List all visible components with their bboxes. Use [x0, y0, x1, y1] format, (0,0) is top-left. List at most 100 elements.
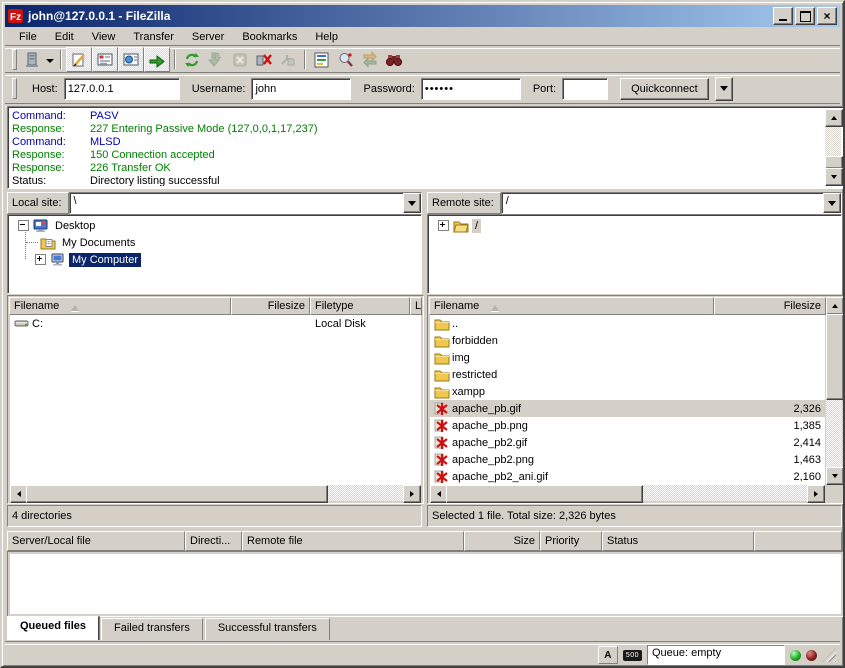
arrow-left-icon — [434, 491, 441, 497]
site-manager-dropdown-icon[interactable] — [46, 59, 54, 67]
tab-successful-transfers[interactable]: Successful transfers — [205, 618, 330, 640]
disconnect-button[interactable] — [252, 48, 276, 71]
file-name: forbidden — [452, 335, 498, 347]
menu-edit[interactable]: Edit — [46, 29, 83, 45]
scroll-right-button[interactable] — [403, 485, 421, 503]
scroll-down-button[interactable] — [825, 168, 843, 186]
username-input[interactable] — [251, 78, 351, 100]
folder-row[interactable]: restricted — [430, 366, 825, 383]
column-header-filename[interactable]: Filename — [9, 297, 231, 315]
site-manager-button[interactable] — [20, 48, 44, 71]
expand-icon[interactable] — [35, 254, 46, 265]
tree-item-desktop[interactable]: Desktop — [10, 217, 419, 234]
local-site-path[interactable]: \ — [70, 193, 403, 213]
password-input[interactable] — [421, 78, 521, 100]
toggle-transfer-queue-button[interactable] — [144, 47, 170, 72]
resize-grip[interactable] — [822, 648, 836, 662]
column-header-filetype[interactable]: Filetype — [310, 297, 410, 315]
collapse-icon[interactable] — [18, 220, 29, 231]
local-horizontal-scrollbar[interactable] — [10, 485, 421, 501]
scroll-right-button[interactable] — [807, 485, 825, 503]
menu-transfer[interactable]: Transfer — [124, 29, 183, 45]
scrollbar-thumb[interactable] — [26, 485, 328, 503]
queue-list[interactable] — [10, 554, 841, 614]
refresh-button[interactable] — [180, 48, 204, 71]
directory-comparison-button[interactable] — [334, 48, 358, 71]
toggle-remote-tree-button[interactable] — [118, 47, 144, 72]
port-input[interactable] — [562, 78, 608, 100]
quickconnect-button[interactable]: Quickconnect — [620, 78, 709, 100]
scroll-down-button[interactable] — [826, 467, 844, 485]
quickconnect-dropdown-button[interactable] — [715, 77, 733, 101]
column-header-remote-file[interactable]: Remote file — [242, 531, 464, 551]
tree-item-label[interactable]: Desktop — [52, 219, 98, 233]
scroll-up-button[interactable] — [826, 297, 844, 315]
column-header-direction[interactable]: Directi... — [185, 531, 242, 551]
reconnect-button[interactable] — [276, 48, 300, 71]
process-queue-button[interactable] — [204, 48, 228, 71]
file-row-c-drive[interactable]: C: Local Disk — [10, 315, 421, 332]
title-bar[interactable]: Fz john@127.0.0.1 - FileZilla × — [5, 5, 840, 27]
remote-site-dropdown-button[interactable] — [823, 193, 841, 213]
folder-row[interactable]: .. — [430, 315, 825, 332]
column-header-size[interactable]: Size — [464, 531, 540, 551]
local-site-dropdown-button[interactable] — [403, 193, 421, 213]
remote-vertical-scrollbar[interactable] — [826, 297, 842, 485]
folder-row[interactable]: img — [430, 349, 825, 366]
minimize-button[interactable] — [773, 7, 793, 25]
column-header-status[interactable]: Status — [602, 531, 754, 551]
log-vertical-scrollbar[interactable] — [825, 109, 841, 186]
reconnect-icon — [279, 51, 297, 69]
menu-help[interactable]: Help — [306, 29, 347, 45]
cancel-button[interactable] — [228, 48, 252, 71]
quickconnect-grip[interactable] — [12, 78, 17, 99]
file-row-selected[interactable]: apache_pb.gif 2,326 — [430, 400, 825, 417]
remote-site-label: Remote site: — [427, 192, 501, 214]
menu-server[interactable]: Server — [183, 29, 233, 45]
expand-icon[interactable] — [438, 220, 449, 231]
file-row[interactable]: apache_pb.png 1,385 — [430, 417, 825, 434]
local-list-status: 4 directories — [7, 505, 422, 527]
column-header-filename[interactable]: Filename — [429, 297, 714, 315]
toggle-local-tree-button[interactable] — [92, 47, 118, 72]
toggle-message-log-button[interactable] — [66, 47, 92, 72]
maximize-button[interactable] — [795, 7, 815, 25]
remote-site-path[interactable]: / — [502, 193, 823, 213]
close-button[interactable]: × — [817, 7, 837, 25]
host-input[interactable] — [64, 78, 180, 100]
column-header-filesize[interactable]: Filesize — [231, 297, 310, 315]
local-site-combobox[interactable]: \ — [69, 192, 422, 214]
synchronized-browsing-button[interactable] — [358, 48, 382, 71]
folder-row[interactable]: xampp — [430, 383, 825, 400]
tree-item-my-documents[interactable]: My Documents — [10, 234, 419, 251]
column-header-lastmodified[interactable]: L — [410, 297, 422, 315]
tree-item-label[interactable]: My Documents — [59, 236, 138, 250]
transfer-type-indicator[interactable]: A — [598, 646, 618, 664]
tree-item-my-computer[interactable]: My Computer — [10, 251, 419, 268]
find-files-button[interactable] — [382, 48, 406, 71]
menu-bookmarks[interactable]: Bookmarks — [233, 29, 306, 45]
remote-site-combobox[interactable]: / — [501, 192, 842, 214]
menu-file[interactable]: File — [10, 29, 46, 45]
tree-item-root[interactable]: / — [430, 217, 839, 234]
file-row[interactable]: apache_pb2.png 1,463 — [430, 451, 825, 468]
menu-view[interactable]: View — [83, 29, 125, 45]
scrollbar-thumb[interactable] — [446, 485, 643, 503]
tab-failed-transfers[interactable]: Failed transfers — [101, 618, 203, 640]
column-header-filesize[interactable]: Filesize — [714, 297, 826, 315]
toolbar-grip[interactable] — [12, 49, 17, 70]
tree-item-label[interactable]: / — [472, 219, 481, 233]
remote-tree-icon — [122, 51, 140, 69]
tree-item-label[interactable]: My Computer — [69, 253, 141, 267]
scroll-up-button[interactable] — [825, 109, 843, 127]
tab-queued-files[interactable]: Queued files — [7, 616, 99, 640]
remote-horizontal-scrollbar[interactable] — [430, 485, 825, 501]
column-header-priority[interactable]: Priority — [540, 531, 602, 551]
speed-limit-icon[interactable]: 500 — [623, 650, 642, 661]
folder-row[interactable]: forbidden — [430, 332, 825, 349]
file-row[interactable]: apache_pb2.gif 2,414 — [430, 434, 825, 451]
file-row[interactable]: apache_pb2_ani.gif 2,160 — [430, 468, 825, 485]
filter-button[interactable] — [310, 48, 334, 71]
scrollbar-thumb[interactable] — [826, 314, 844, 400]
column-header-server-local-file[interactable]: Server/Local file — [7, 531, 185, 551]
